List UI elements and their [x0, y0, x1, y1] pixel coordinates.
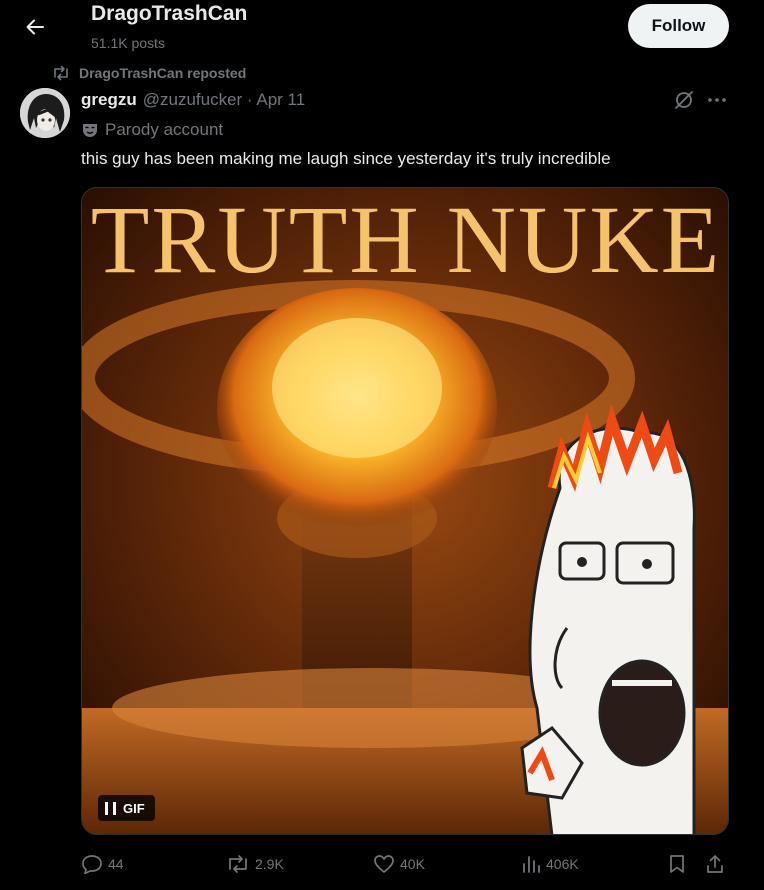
gif-caption: TRUTH NUKE	[90, 187, 722, 293]
profile-name: DragoTrashCan	[91, 2, 248, 25]
like-button[interactable]: 40K	[373, 851, 425, 877]
parody-mask-icon	[83, 124, 97, 137]
parody-label: Parody account	[105, 120, 224, 139]
reply-count: 44	[108, 856, 124, 872]
analytics-icon	[523, 856, 540, 873]
post-actions: 44 2.9K 40K 406K	[81, 851, 729, 877]
follow-button[interactable]: Follow	[628, 4, 729, 48]
like-count: 40K	[400, 856, 425, 872]
bookmark-button[interactable]	[667, 851, 687, 877]
author-name[interactable]: gregzu	[81, 90, 137, 110]
repost-icon	[229, 855, 247, 873]
grok-icon	[675, 91, 693, 109]
profile-header: DragoTrashCan 51.1K posts Follow	[0, 0, 764, 62]
views-count: 406K	[546, 856, 579, 872]
gif-badge[interactable]: GIF	[98, 795, 155, 821]
more-options-button[interactable]	[704, 88, 730, 112]
repost-icon	[54, 65, 68, 81]
heart-icon	[374, 855, 394, 873]
repost-label: DragoTrashCan reposted	[79, 65, 247, 81]
arrow-left-icon	[26, 19, 44, 35]
avatar-image	[20, 88, 70, 138]
gif-label: GIF	[123, 800, 145, 816]
back-button[interactable]	[18, 10, 52, 44]
pause-icon	[105, 801, 116, 815]
share-icon	[707, 855, 723, 873]
views-button[interactable]: 406K	[521, 851, 579, 877]
post-author-row: gregzu @zuzufucker · Apr 11	[81, 88, 305, 112]
post-count: 51.1K posts	[91, 35, 165, 51]
post-text: this guy has been making me laugh since …	[81, 149, 611, 168]
parody-label-row[interactable]: Parody account	[81, 119, 223, 141]
grok-button[interactable]	[672, 88, 696, 112]
repost-button[interactable]: 2.9K	[226, 851, 284, 877]
more-icon	[708, 98, 726, 102]
share-button[interactable]	[705, 851, 725, 877]
reply-button[interactable]: 44	[81, 851, 124, 877]
author-handle-date[interactable]: @zuzufucker · Apr 11	[143, 90, 305, 110]
post-media-gif[interactable]: TRUTH NUKE GIF	[81, 187, 729, 835]
reply-icon	[82, 855, 102, 874]
repost-context[interactable]: DragoTrashCan reposted	[52, 63, 246, 83]
avatar[interactable]	[20, 88, 70, 138]
repost-count: 2.9K	[255, 856, 284, 872]
bookmark-icon	[670, 855, 684, 873]
